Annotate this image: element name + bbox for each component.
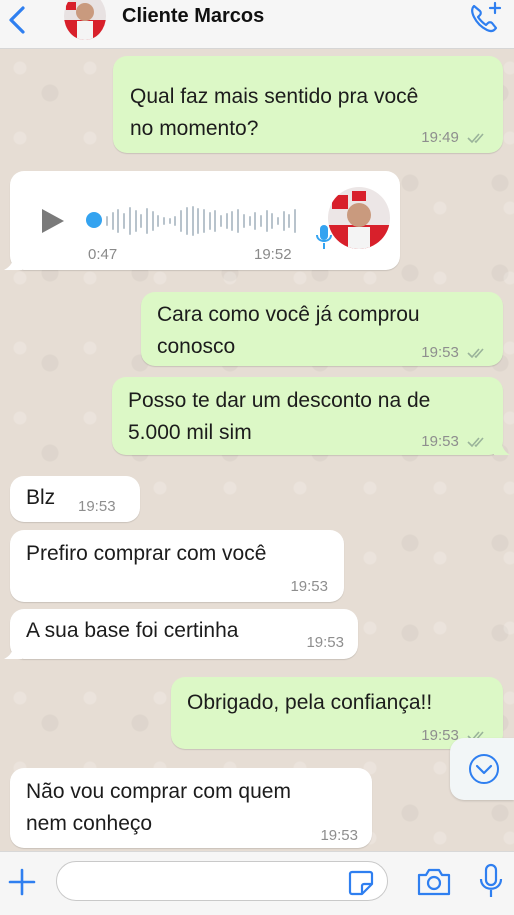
play-icon[interactable] — [40, 207, 66, 235]
waveform-bar — [151, 211, 154, 231]
message-time: 19:53 — [320, 827, 358, 844]
voice-duration: 0:47 — [88, 246, 118, 263]
waveform-bar — [288, 214, 291, 228]
waveform-bar — [208, 212, 211, 230]
waveform-bar — [117, 209, 120, 233]
waveform-bar — [237, 209, 240, 233]
chat-header: Cliente Marcos — [0, 0, 514, 49]
waveform-bar — [220, 215, 222, 227]
waveform-bar — [231, 211, 234, 231]
message-time: 19:53 — [421, 433, 459, 450]
message-time: 19:53 — [306, 634, 344, 651]
message-time: 19:53 — [421, 344, 459, 361]
message-meta: 19:53 — [421, 344, 489, 361]
voice-record-button[interactable] — [478, 862, 504, 900]
waveform-bar — [174, 216, 177, 226]
phone-plus-icon — [471, 1, 502, 33]
add-call-button[interactable] — [466, 0, 504, 36]
waveform-bar — [259, 215, 262, 227]
read-ticks-icon — [467, 133, 484, 144]
message-input[interactable] — [56, 861, 388, 901]
waveform-bar — [277, 217, 279, 225]
voice-progress-dot[interactable] — [86, 212, 102, 228]
message-time: 19:53 — [290, 578, 328, 595]
message-meta: 19:49 — [421, 129, 489, 146]
message-bubble-outgoing[interactable]: Qual faz mais sentido pra você no moment… — [113, 56, 503, 153]
waveform-bar — [197, 208, 200, 234]
message-input-field[interactable] — [73, 868, 337, 896]
waveform-bar — [265, 210, 268, 232]
scroll-to-bottom-button[interactable] — [450, 738, 514, 800]
read-ticks-icon — [467, 348, 484, 359]
back-button[interactable] — [4, 2, 30, 38]
message-bubble-incoming[interactable]: Não vou comprar com quem nem conheço 19:… — [10, 768, 372, 848]
message-time: 19:49 — [421, 129, 459, 146]
contact-name[interactable]: Cliente Marcos — [122, 5, 264, 28]
waveform-bar — [254, 212, 257, 230]
waveform-bar — [111, 212, 114, 230]
waveform-bar — [168, 218, 171, 224]
message-bubble-incoming[interactable]: A sua base foi certinha 19:53 — [10, 609, 358, 659]
message-text: Blz — [26, 486, 56, 509]
message-text: Não vou comprar com quem nem conheço — [26, 780, 291, 835]
sticker-icon — [348, 870, 374, 896]
message-text: Prefiro comprar com você — [26, 542, 267, 565]
message-bubble-outgoing[interactable]: Cara como você já comprou conosco 19:53 — [141, 292, 503, 366]
message-input-bar — [0, 851, 514, 915]
bubble-tail — [494, 435, 510, 455]
waveform-bar — [128, 207, 131, 235]
waveform-bar — [191, 206, 194, 236]
read-ticks-icon — [467, 437, 484, 448]
message-bubble-incoming[interactable]: Prefiro comprar com você 19:53 — [10, 530, 344, 602]
message-bubble-outgoing[interactable]: Posso te dar um desconto na de 5.000 mil… — [112, 377, 503, 455]
waveform-bar — [134, 210, 137, 232]
waveform-bar — [294, 209, 297, 233]
waveform-bar — [180, 210, 183, 232]
message-text: A sua base foi certinha — [26, 619, 239, 642]
message-text: Cara como você já comprou conosco — [157, 303, 420, 358]
message-bubble-incoming[interactable]: Blz 19:53 — [10, 476, 140, 522]
camera-button[interactable] — [416, 866, 452, 898]
microphone-icon — [479, 863, 503, 897]
waveform-bar — [140, 214, 143, 228]
waveform-bar — [163, 217, 165, 225]
message-text: Qual faz mais sentido pra você no moment… — [130, 85, 419, 140]
message-time: 19:53 — [78, 498, 116, 515]
bubble-tail — [4, 639, 22, 659]
waveform-bar — [202, 209, 205, 233]
waveform-bar — [123, 213, 126, 229]
waveform-bar — [225, 213, 228, 229]
waveform-bar — [185, 207, 188, 235]
voice-sender-avatar — [328, 187, 390, 249]
attach-button[interactable] — [6, 866, 38, 898]
voice-waveform[interactable] — [106, 205, 302, 237]
bubble-tail — [4, 250, 22, 270]
waveform-bar — [248, 216, 251, 226]
waveform-bar — [271, 213, 274, 229]
chevron-left-icon — [9, 6, 25, 34]
sticker-button[interactable] — [347, 869, 375, 897]
contact-avatar[interactable] — [64, 0, 106, 40]
waveform-bar — [145, 208, 148, 234]
waveform-bar — [157, 215, 160, 227]
microphone-icon — [316, 225, 332, 249]
waveform-bar — [282, 211, 285, 231]
camera-icon — [417, 868, 451, 896]
waveform-bar — [214, 210, 217, 232]
waveform-bar — [106, 216, 108, 226]
message-meta: 19:53 — [421, 433, 489, 450]
message-text: Posso te dar um desconto na de 5.000 mil… — [128, 389, 431, 444]
message-bubble-outgoing[interactable]: Obrigado, pela confiança!! 19:53 — [171, 677, 503, 749]
voice-message-bubble[interactable]: 0:47 19:52 — [10, 171, 400, 270]
message-time: 19:52 — [254, 246, 292, 263]
plus-icon — [8, 868, 36, 896]
chevron-down-circle-icon — [469, 754, 499, 784]
message-text: Obrigado, pela confiança!! — [187, 691, 433, 714]
waveform-bar — [242, 214, 245, 228]
